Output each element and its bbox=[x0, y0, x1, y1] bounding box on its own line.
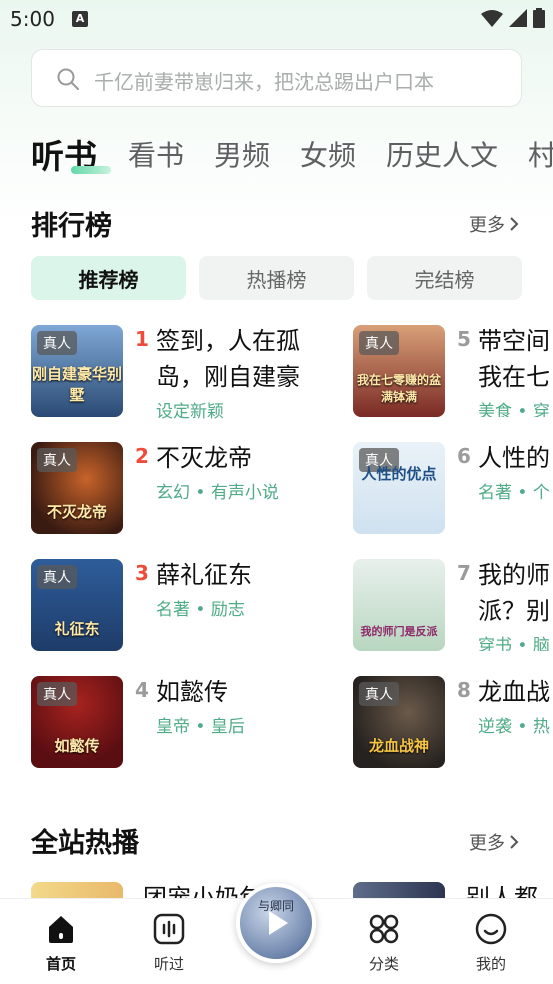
book-tags: 皇帝 • 皇后 bbox=[156, 717, 245, 737]
mini-player-button[interactable]: 与卿同 bbox=[236, 883, 316, 963]
ranking-more-button[interactable]: 更多 bbox=[469, 211, 519, 237]
book-cover: 真人 刚自建豪华别墅 bbox=[31, 325, 123, 417]
cover-title: 不灭龙帝 bbox=[46, 503, 107, 521]
cover-title: 我的师门是反派 bbox=[360, 625, 438, 638]
cover-title: 如懿传 bbox=[54, 737, 100, 755]
search-placeholder: 千亿前妻带崽归来，把沈总踢出户口本 bbox=[94, 70, 434, 94]
hot-more-button[interactable]: 更多 bbox=[469, 829, 519, 855]
book-title: 薛礼征东 bbox=[156, 561, 252, 589]
audio-wave-icon bbox=[153, 913, 185, 945]
tab-village[interactable]: 村 bbox=[528, 134, 553, 174]
notification-icon: A bbox=[72, 11, 88, 27]
rank-number: 1 bbox=[135, 327, 149, 351]
cover-title: 我在七零赚的盆满钵满 bbox=[356, 373, 441, 404]
chevron-right-icon bbox=[510, 217, 519, 231]
book-item[interactable]: 我的师门是反派 7 我的师派？别 穿书 • 脑 bbox=[353, 559, 553, 651]
book-tags: 名著 • 励志 bbox=[156, 600, 245, 620]
book-cover: 真人 礼征东 bbox=[31, 559, 123, 651]
tab-read[interactable]: 看书 bbox=[128, 134, 184, 174]
nav-profile[interactable]: 我的 bbox=[461, 913, 521, 974]
book-cover: 真人 龙血战神 bbox=[353, 676, 445, 768]
peek-book-title: 别人都有 bbox=[466, 884, 538, 898]
book-title: 带空间我在七 bbox=[478, 327, 550, 391]
tab-female[interactable]: 女频 bbox=[300, 134, 356, 174]
book-cover: 真人 人性的优点 bbox=[353, 442, 445, 534]
system-status-icons bbox=[481, 8, 545, 28]
more-label: 更多 bbox=[469, 215, 505, 236]
rank-number: 8 bbox=[457, 678, 471, 702]
book-item[interactable]: 真人 刚自建豪华别墅 1 签到，人在孤岛，刚自建豪 设定新颖 bbox=[31, 325, 301, 422]
book-tags: 名著 • 个 bbox=[478, 483, 550, 503]
status-bar: 5:00 A bbox=[0, 0, 553, 40]
book-title: 如懿传 bbox=[156, 678, 228, 706]
rank-number: 6 bbox=[457, 444, 471, 468]
tab-male[interactable]: 男频 bbox=[214, 134, 270, 174]
more-label: 更多 bbox=[469, 833, 505, 854]
book-item[interactable]: 真人 人性的优点 6 人性的 名著 • 个 bbox=[353, 442, 553, 534]
book-cover: 真人 如懿传 bbox=[31, 676, 123, 768]
book-cover: 真人 我在七零赚的盆满钵满 bbox=[353, 325, 445, 417]
cover-title: 龙血战神 bbox=[368, 737, 429, 755]
nav-label: 我的 bbox=[475, 955, 506, 973]
book-item[interactable]: 真人 如懿传 4 如懿传 皇帝 • 皇后 bbox=[31, 676, 301, 768]
book-title: 不灭龙帝 bbox=[156, 444, 252, 472]
rank-number: 7 bbox=[457, 561, 471, 585]
tab-finished-list[interactable]: 完结榜 bbox=[367, 256, 522, 300]
play-icon bbox=[269, 911, 288, 935]
tab-recommend-list[interactable]: 推荐榜 bbox=[31, 256, 186, 300]
real-voice-badge: 真人 bbox=[37, 448, 77, 472]
nav-category[interactable]: 分类 bbox=[354, 913, 414, 974]
signal-icon bbox=[509, 9, 527, 27]
nav-label: 首页 bbox=[45, 955, 76, 973]
book-tags: 逆袭 • 热 bbox=[478, 717, 550, 737]
book-item[interactable]: 真人 礼征东 3 薛礼征东 名著 • 励志 bbox=[31, 559, 301, 651]
peek-book-title: 团宠小奶包 bbox=[143, 884, 263, 898]
tab-hot-list[interactable]: 热播榜 bbox=[199, 256, 354, 300]
book-tags: 穿书 • 脑 bbox=[478, 636, 550, 651]
cover-title: 刚自建豪华别墅 bbox=[31, 365, 122, 404]
book-title: 我的师派？别 bbox=[478, 561, 550, 625]
rank-number: 2 bbox=[135, 444, 149, 468]
nav-listened[interactable]: 听过 bbox=[139, 913, 199, 974]
book-item[interactable]: 真人 不灭龙帝 2 不灭龙帝 玄幻 • 有声小说 bbox=[31, 442, 301, 534]
ranking-title: 排行榜 bbox=[31, 211, 112, 242]
book-cover: 我的师门是反派 bbox=[353, 559, 445, 651]
wifi-icon bbox=[481, 10, 503, 27]
cover-title: 人性的优点 bbox=[361, 465, 437, 483]
category-tabs: 听书 看书 男频 女频 历史人文 村 bbox=[31, 128, 553, 178]
search-input[interactable]: 千亿前妻带崽归来，把沈总踢出户口本 bbox=[31, 49, 522, 107]
status-time: 5:00 bbox=[10, 7, 55, 31]
rank-number: 3 bbox=[135, 561, 149, 585]
book-item[interactable]: 真人 我在七零赚的盆满钵满 5 带空间我在七 美食 • 穿 bbox=[353, 325, 553, 417]
profile-smile-icon bbox=[475, 913, 507, 945]
active-tab-indicator bbox=[71, 166, 111, 174]
chevron-right-icon bbox=[510, 835, 519, 849]
rank-number: 5 bbox=[457, 327, 471, 351]
book-tags: 设定新颖 bbox=[156, 402, 224, 422]
book-tags: 玄幻 • 有声小说 bbox=[156, 483, 279, 503]
real-voice-badge: 真人 bbox=[359, 682, 399, 706]
hot-section-title: 全站热播 bbox=[31, 828, 139, 859]
real-voice-badge: 真人 bbox=[37, 331, 77, 355]
battery-icon bbox=[533, 8, 545, 28]
nav-home[interactable]: 首页 bbox=[31, 913, 91, 974]
search-icon bbox=[57, 68, 79, 90]
category-grid-icon bbox=[369, 914, 399, 944]
book-title: 签到，人在孤岛，刚自建豪 bbox=[156, 327, 300, 391]
book-title: 龙血战 bbox=[478, 678, 550, 706]
home-icon bbox=[49, 916, 73, 943]
nav-label: 分类 bbox=[368, 955, 399, 973]
real-voice-badge: 真人 bbox=[37, 565, 77, 589]
book-title: 人性的 bbox=[478, 444, 550, 472]
real-voice-badge: 真人 bbox=[359, 331, 399, 355]
cover-title: 礼征东 bbox=[54, 620, 100, 638]
nav-label: 听过 bbox=[153, 955, 184, 973]
book-tags: 美食 • 穿 bbox=[478, 402, 550, 417]
rank-number: 4 bbox=[135, 678, 149, 702]
tab-history[interactable]: 历史人文 bbox=[386, 134, 498, 174]
real-voice-badge: 真人 bbox=[37, 682, 77, 706]
book-cover: 真人 不灭龙帝 bbox=[31, 442, 123, 534]
book-item[interactable]: 真人 龙血战神 8 龙血战 逆袭 • 热 bbox=[353, 676, 553, 768]
